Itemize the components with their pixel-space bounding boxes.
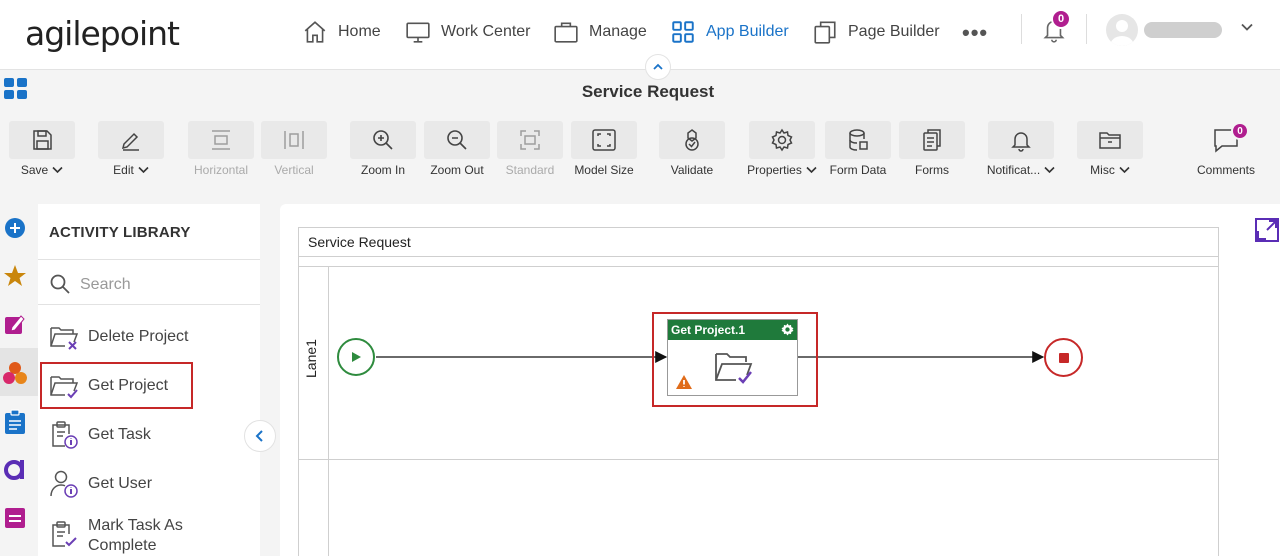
folder-check-icon (714, 350, 754, 391)
collapse-library-button[interactable] (244, 420, 276, 452)
activity-title: Get Project.1 (668, 320, 797, 340)
end-event[interactable] (1044, 338, 1083, 377)
start-event[interactable] (337, 338, 375, 376)
get-project-activity[interactable]: Get Project.1 (667, 319, 798, 396)
chevron-up-icon (653, 63, 663, 70)
gear-icon (781, 323, 794, 336)
stop-icon (1058, 352, 1069, 363)
chevron-left-icon (255, 430, 263, 442)
activity-settings-button[interactable] (781, 323, 794, 341)
sequence-flows (376, 351, 1045, 363)
collapse-header-button[interactable] (645, 54, 671, 80)
warning-icon[interactable] (675, 374, 693, 395)
play-icon (352, 352, 361, 362)
